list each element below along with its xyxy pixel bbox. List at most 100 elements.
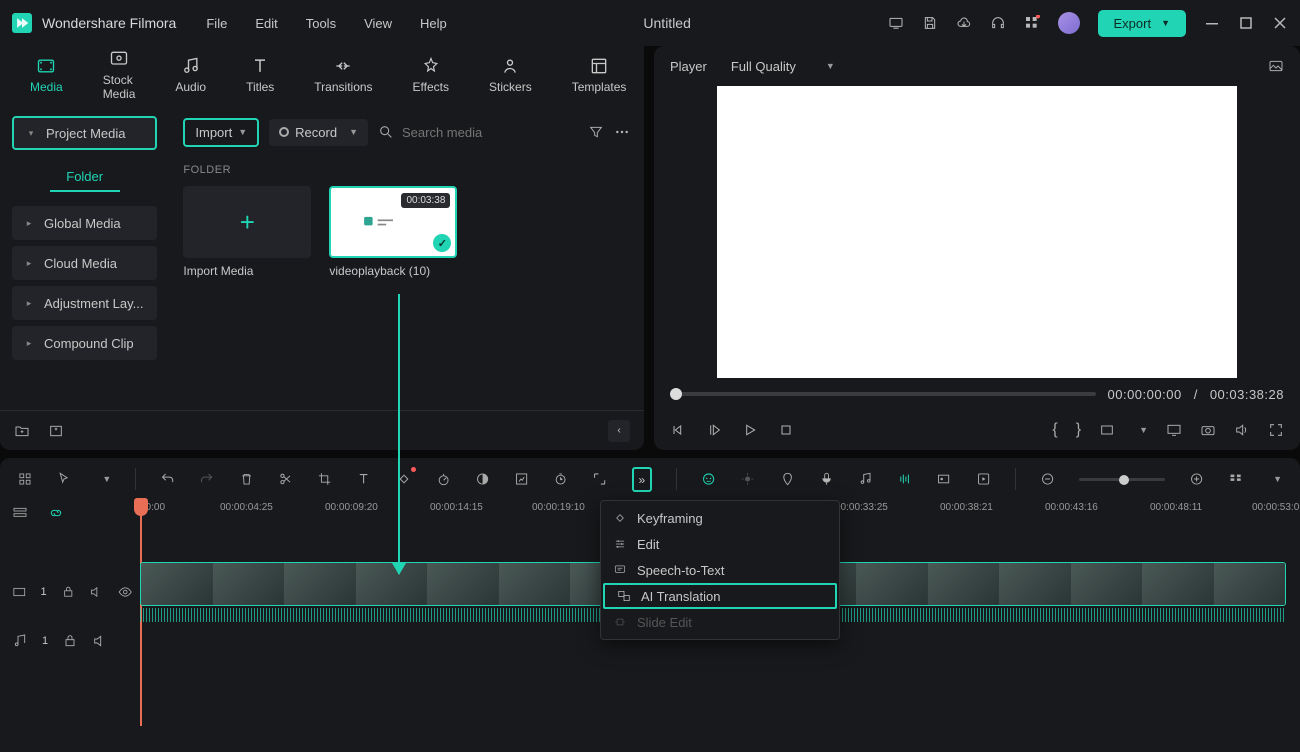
ratio-dropdown-icon[interactable]: ▼ (1139, 425, 1148, 435)
audio-stretch-icon[interactable] (897, 471, 912, 487)
tab-stickers[interactable]: Stickers (489, 56, 532, 94)
undo-icon[interactable] (160, 471, 175, 487)
zoom-handle[interactable] (1119, 475, 1129, 485)
maximize-icon[interactable] (1238, 15, 1254, 31)
display-icon[interactable] (1166, 422, 1182, 438)
ai-tools-icon[interactable] (701, 471, 716, 487)
tab-transitions[interactable]: Transitions (314, 56, 372, 94)
marker-icon[interactable] (780, 471, 795, 487)
voiceover-icon[interactable] (819, 471, 834, 487)
track-mode-icon[interactable] (12, 505, 28, 521)
speed-icon[interactable] (436, 471, 451, 487)
text-icon[interactable] (356, 471, 371, 487)
save-icon[interactable] (922, 15, 938, 31)
collapse-sidebar-button[interactable]: ‹ (608, 420, 630, 442)
mark-in-icon[interactable]: { (1052, 421, 1057, 439)
more-icon[interactable] (614, 124, 630, 140)
popup-ai-translation[interactable]: AI Translation (603, 583, 837, 609)
sidebar-adjustment-layer[interactable]: ▸Adjustment Lay... (12, 286, 157, 320)
more-tools-button[interactable]: » (632, 467, 653, 492)
select-tool-dropdown[interactable]: ▼ (102, 474, 111, 484)
track-mute-icon[interactable] (89, 584, 103, 600)
avatar[interactable] (1058, 12, 1080, 34)
view-dropdown[interactable]: ▼ (1273, 474, 1282, 484)
zoom-out-icon[interactable] (1040, 471, 1055, 487)
media-footer: ‹ (0, 410, 644, 450)
headphones-icon[interactable] (990, 15, 1006, 31)
green-screen-icon[interactable] (514, 471, 529, 487)
sidebar-compound-clip[interactable]: ▸Compound Clip (12, 326, 157, 360)
volume-icon[interactable] (1234, 422, 1250, 438)
cloud-icon[interactable] (956, 15, 972, 31)
device-icon[interactable] (888, 15, 904, 31)
play-pause-icon[interactable] (706, 422, 722, 438)
export-button[interactable]: Export▼ (1098, 10, 1187, 37)
camera-icon[interactable] (1200, 422, 1216, 438)
import-media-tile[interactable]: + Import Media (183, 186, 311, 278)
enhance-icon[interactable] (740, 471, 755, 487)
play-icon[interactable] (742, 422, 758, 438)
search-input[interactable] (402, 125, 578, 140)
render-icon[interactable] (976, 471, 991, 487)
adjust-tracks-icon[interactable] (18, 471, 33, 487)
tab-effects[interactable]: Effects (413, 56, 449, 94)
popup-keyframing[interactable]: Keyframing (601, 505, 839, 531)
tab-templates[interactable]: Templates (572, 56, 627, 94)
menu-file[interactable]: File (206, 16, 227, 31)
player-panel: Player Full Quality▼ 00:00:00:00 / 00:03… (654, 46, 1300, 450)
import-button[interactable]: Import▼ (183, 118, 259, 147)
link-icon[interactable] (48, 505, 64, 521)
view-mode-icon[interactable] (1228, 471, 1243, 487)
zoom-slider[interactable] (1079, 478, 1165, 481)
track-lock-icon[interactable] (62, 633, 78, 649)
split-icon[interactable] (278, 471, 293, 487)
zoom-in-icon[interactable] (1189, 471, 1204, 487)
tools-popup: Keyframing Edit Speech-to-Text AI Transl… (600, 500, 840, 640)
snapshot-icon[interactable] (1268, 58, 1284, 74)
track-lock-icon[interactable] (61, 584, 75, 600)
record-button[interactable]: Record▼ (269, 119, 368, 146)
media-clip-tile[interactable]: 00:03:38 ✓ videoplayback (10) (329, 186, 457, 278)
popup-speech-to-text[interactable]: Speech-to-Text (601, 557, 839, 583)
timer-icon[interactable] (553, 471, 568, 487)
audio-mixer-icon[interactable] (858, 471, 873, 487)
expand-tool-icon[interactable] (592, 471, 607, 487)
menu-edit[interactable]: Edit (255, 16, 277, 31)
search-icon[interactable] (378, 124, 394, 140)
menu-help[interactable]: Help (420, 16, 447, 31)
track-mute-icon[interactable] (92, 633, 108, 649)
seek-handle[interactable] (670, 388, 682, 400)
sidebar-project-media[interactable]: ▾Project Media (12, 116, 157, 150)
mark-out-icon[interactable]: } (1076, 421, 1081, 439)
tab-media[interactable]: Media (30, 56, 63, 94)
tab-stock-media[interactable]: Stock Media (103, 49, 136, 101)
tab-titles[interactable]: Titles (246, 56, 274, 94)
quality-dropdown[interactable]: Full Quality▼ (731, 59, 835, 74)
close-icon[interactable] (1272, 15, 1288, 31)
track-visibility-icon[interactable] (118, 584, 132, 600)
apps-icon[interactable] (1024, 15, 1040, 31)
preview-canvas[interactable] (654, 86, 1300, 378)
select-tool-icon[interactable] (57, 471, 72, 487)
fullscreen-icon[interactable] (1268, 422, 1284, 438)
new-bin-icon[interactable] (48, 423, 64, 439)
popup-edit[interactable]: Edit (601, 531, 839, 557)
menu-view[interactable]: View (364, 16, 392, 31)
seek-bar[interactable] (670, 392, 1096, 396)
new-folder-icon[interactable] (14, 423, 30, 439)
filter-icon[interactable] (588, 124, 604, 140)
sidebar-cloud-media[interactable]: ▸Cloud Media (12, 246, 157, 280)
sidebar-folder[interactable]: Folder (50, 162, 120, 192)
sidebar-global-media[interactable]: ▸Global Media (12, 206, 157, 240)
delete-icon[interactable] (239, 471, 254, 487)
mask-icon[interactable] (936, 471, 951, 487)
ratio-icon[interactable] (1099, 422, 1115, 438)
crop-icon[interactable] (317, 471, 332, 487)
prev-frame-icon[interactable] (670, 422, 686, 438)
tab-audio[interactable]: Audio (175, 56, 206, 94)
color-icon[interactable] (475, 471, 490, 487)
menu-tools[interactable]: Tools (306, 16, 336, 31)
stop-icon[interactable] (778, 422, 794, 438)
redo-icon[interactable] (199, 471, 214, 487)
minimize-icon[interactable] (1204, 15, 1220, 31)
